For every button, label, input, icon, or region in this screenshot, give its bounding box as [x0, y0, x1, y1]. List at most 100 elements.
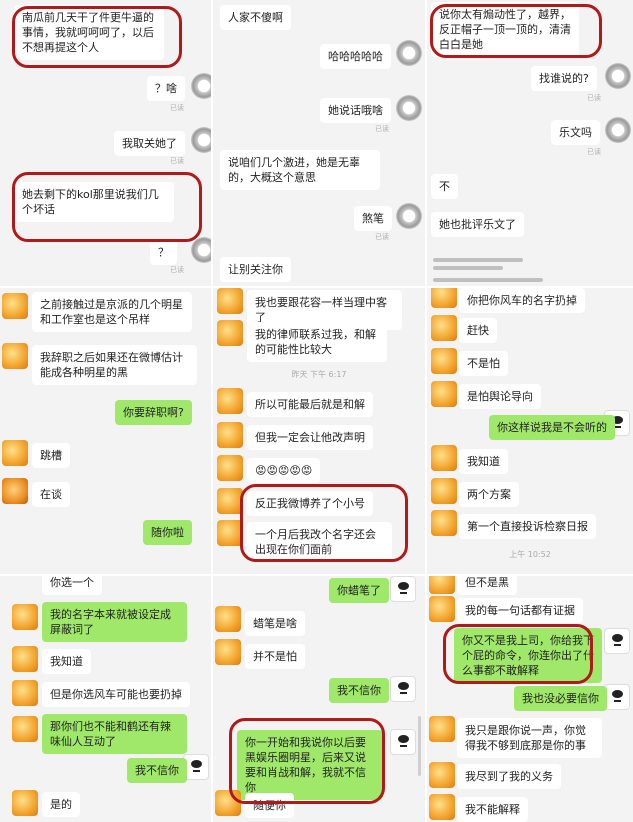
divider: [0, 574, 633, 576]
message-received: 你把你风车的名字扔掉: [459, 288, 585, 313]
avatar: [396, 95, 422, 121]
quoted-text-line: [433, 278, 543, 282]
read-status: 已读: [587, 148, 601, 156]
avatar: [12, 790, 38, 816]
message-received: 人家不傻啊: [220, 5, 291, 30]
message-received: 两个方案: [459, 482, 519, 507]
message-received: 随便你: [245, 793, 294, 818]
message-received: 是的: [42, 792, 80, 817]
scrollbar[interactable]: [418, 716, 421, 776]
read-status: 已读: [587, 94, 601, 102]
avatar: [215, 606, 241, 632]
message-received: 在谈: [32, 482, 70, 507]
avatar: [2, 440, 28, 466]
message-received: 我知道: [459, 449, 508, 474]
avatar: [217, 320, 243, 346]
avatar: [605, 117, 631, 143]
chat-panel-4: 之前接触过是京派的几个明星和工作室也是这个吊样 我辞职之后如果还在微博估计能成各…: [0, 288, 211, 574]
avatar: [431, 348, 457, 374]
message-received: 我不能解释: [457, 797, 528, 822]
message-received: 我知道: [42, 649, 91, 674]
message-sent[interactable]: 我取关她了: [114, 131, 185, 156]
avatar: [431, 315, 457, 341]
avatar: [217, 488, 243, 514]
message-sent[interactable]: 我不信你: [329, 678, 389, 703]
message-received: 一个月后我改个名字还会出现在你们面前: [247, 522, 392, 562]
message-sent[interactable]: 我不信你: [127, 758, 187, 783]
avatar: [2, 343, 28, 369]
avatar: [217, 520, 243, 546]
message-sent[interactable]: 煞笔: [354, 206, 392, 231]
avatar: [431, 445, 457, 471]
message-sent[interactable]: ？: [150, 240, 177, 265]
message-sent[interactable]: 哈哈哈哈哈: [320, 44, 391, 69]
avatar: [390, 729, 416, 755]
divider: [211, 0, 213, 822]
message-received: 但不是黑: [457, 576, 517, 595]
message-received: 但我一定会让他改声明: [247, 425, 373, 450]
message-received: 蜡笔是啥: [245, 611, 305, 636]
message-sent[interactable]: 你蜡笔了: [329, 578, 389, 603]
avatar: [605, 63, 631, 89]
avatar: [396, 40, 422, 66]
timestamp: 上午 10:52: [509, 550, 551, 559]
chat-panel-2: 人家不傻啊 哈哈哈哈哈 她说话哦啥 已读 说咱们几个激进，她是无辜的，大概这个意…: [213, 0, 425, 286]
message-sent[interactable]: ？啥: [147, 76, 185, 101]
message-received: 并不是怕: [245, 644, 305, 669]
avatar: [191, 237, 211, 263]
avatar: [215, 639, 241, 665]
divider: [0, 286, 633, 288]
avatar: [217, 422, 243, 448]
message-sent[interactable]: 你又不是我上司，你给我下个屁的命令，你连你出了什么事都不敢解释: [454, 628, 602, 683]
message-sent[interactable]: 找谁说的?: [531, 66, 597, 91]
message-received: 第一个直接投诉检察日报: [459, 514, 596, 539]
message-received: 你选一个: [42, 576, 102, 595]
message-received: 反正我微博养了个小号: [247, 491, 373, 516]
read-status: 已读: [170, 157, 184, 165]
avatar: [429, 762, 455, 788]
message-received: 那你们也不能和鹤还有辣味仙人互动了: [42, 714, 187, 754]
message-sent[interactable]: 你这样说我是不会听的: [489, 415, 615, 440]
avatar: [2, 293, 28, 319]
read-status: 已读: [375, 233, 389, 241]
avatar: [396, 203, 422, 229]
avatar: [217, 288, 243, 314]
message-received: 😡😡😡😡😡: [247, 458, 321, 483]
timestamp: 昨天 下午 6:17: [291, 370, 347, 379]
message-sent[interactable]: 她说话哦啥: [320, 98, 391, 123]
message-received: 赶快: [459, 318, 497, 343]
message-received: 她也批评乐文了: [431, 212, 524, 237]
message-received: 所以可能最后就是和解: [247, 392, 373, 417]
message-received: 之前接触过是京派的几个明星和工作室也是这个吊样: [32, 292, 192, 332]
chat-panel-9: 但不是黑 我的每一句话都有证据 你又不是我上司，你给我下个屁的命令，你连你出了什…: [427, 576, 633, 822]
read-status: 已读: [170, 104, 184, 112]
avatar: [604, 684, 630, 710]
message-received: 不: [431, 174, 458, 199]
message-received: 说你太有煽动性了，越界，反正帽子一顶一顶的，清清白白是她: [431, 2, 579, 57]
chat-panel-5: 我也要跟花容一样当理中客了 我的律师联系过我，和解的可能性比较大 昨天 下午 6…: [213, 288, 425, 574]
message-sent[interactable]: 乐文吗: [551, 120, 600, 145]
message-sent[interactable]: 你要辞职啊?: [115, 400, 192, 425]
message-sent[interactable]: 我也没必要信你: [514, 686, 607, 711]
avatar: [191, 127, 211, 153]
avatar: [217, 388, 243, 414]
avatar: [191, 73, 211, 99]
read-status: 已读: [170, 266, 184, 274]
avatar: [2, 478, 28, 504]
message-received: 我辞职之后如果还在微博估计能成各种明星的黑: [32, 345, 197, 385]
avatar: [390, 676, 416, 702]
message-received: 不是怕: [459, 351, 508, 376]
avatar: [429, 716, 455, 742]
chat-panel-8: 你蜡笔了 蜡笔是啥 并不是怕 我不信你 你一开始和我说你以后要黑娱乐圈明星，后来…: [213, 576, 425, 822]
avatar: [12, 680, 38, 706]
message-sent[interactable]: 随你啦: [143, 520, 192, 545]
avatar: [390, 576, 416, 602]
message-received: 我的每一句话都有证据: [457, 598, 583, 623]
avatar: [215, 790, 241, 816]
message-sent[interactable]: 你一开始和我说你以后要黑娱乐圈明星，后来又说要和肖战和解，我就不信你: [237, 730, 383, 800]
message-received: 我的名字本来就被设定成屏蔽词了: [42, 602, 187, 642]
avatar: [429, 576, 455, 594]
avatar: [12, 604, 38, 630]
message-received: 但是你选风车可能也要扔掉: [42, 682, 190, 707]
message-received: 她去剩下的kol那里说我们几个坏话: [14, 182, 174, 222]
